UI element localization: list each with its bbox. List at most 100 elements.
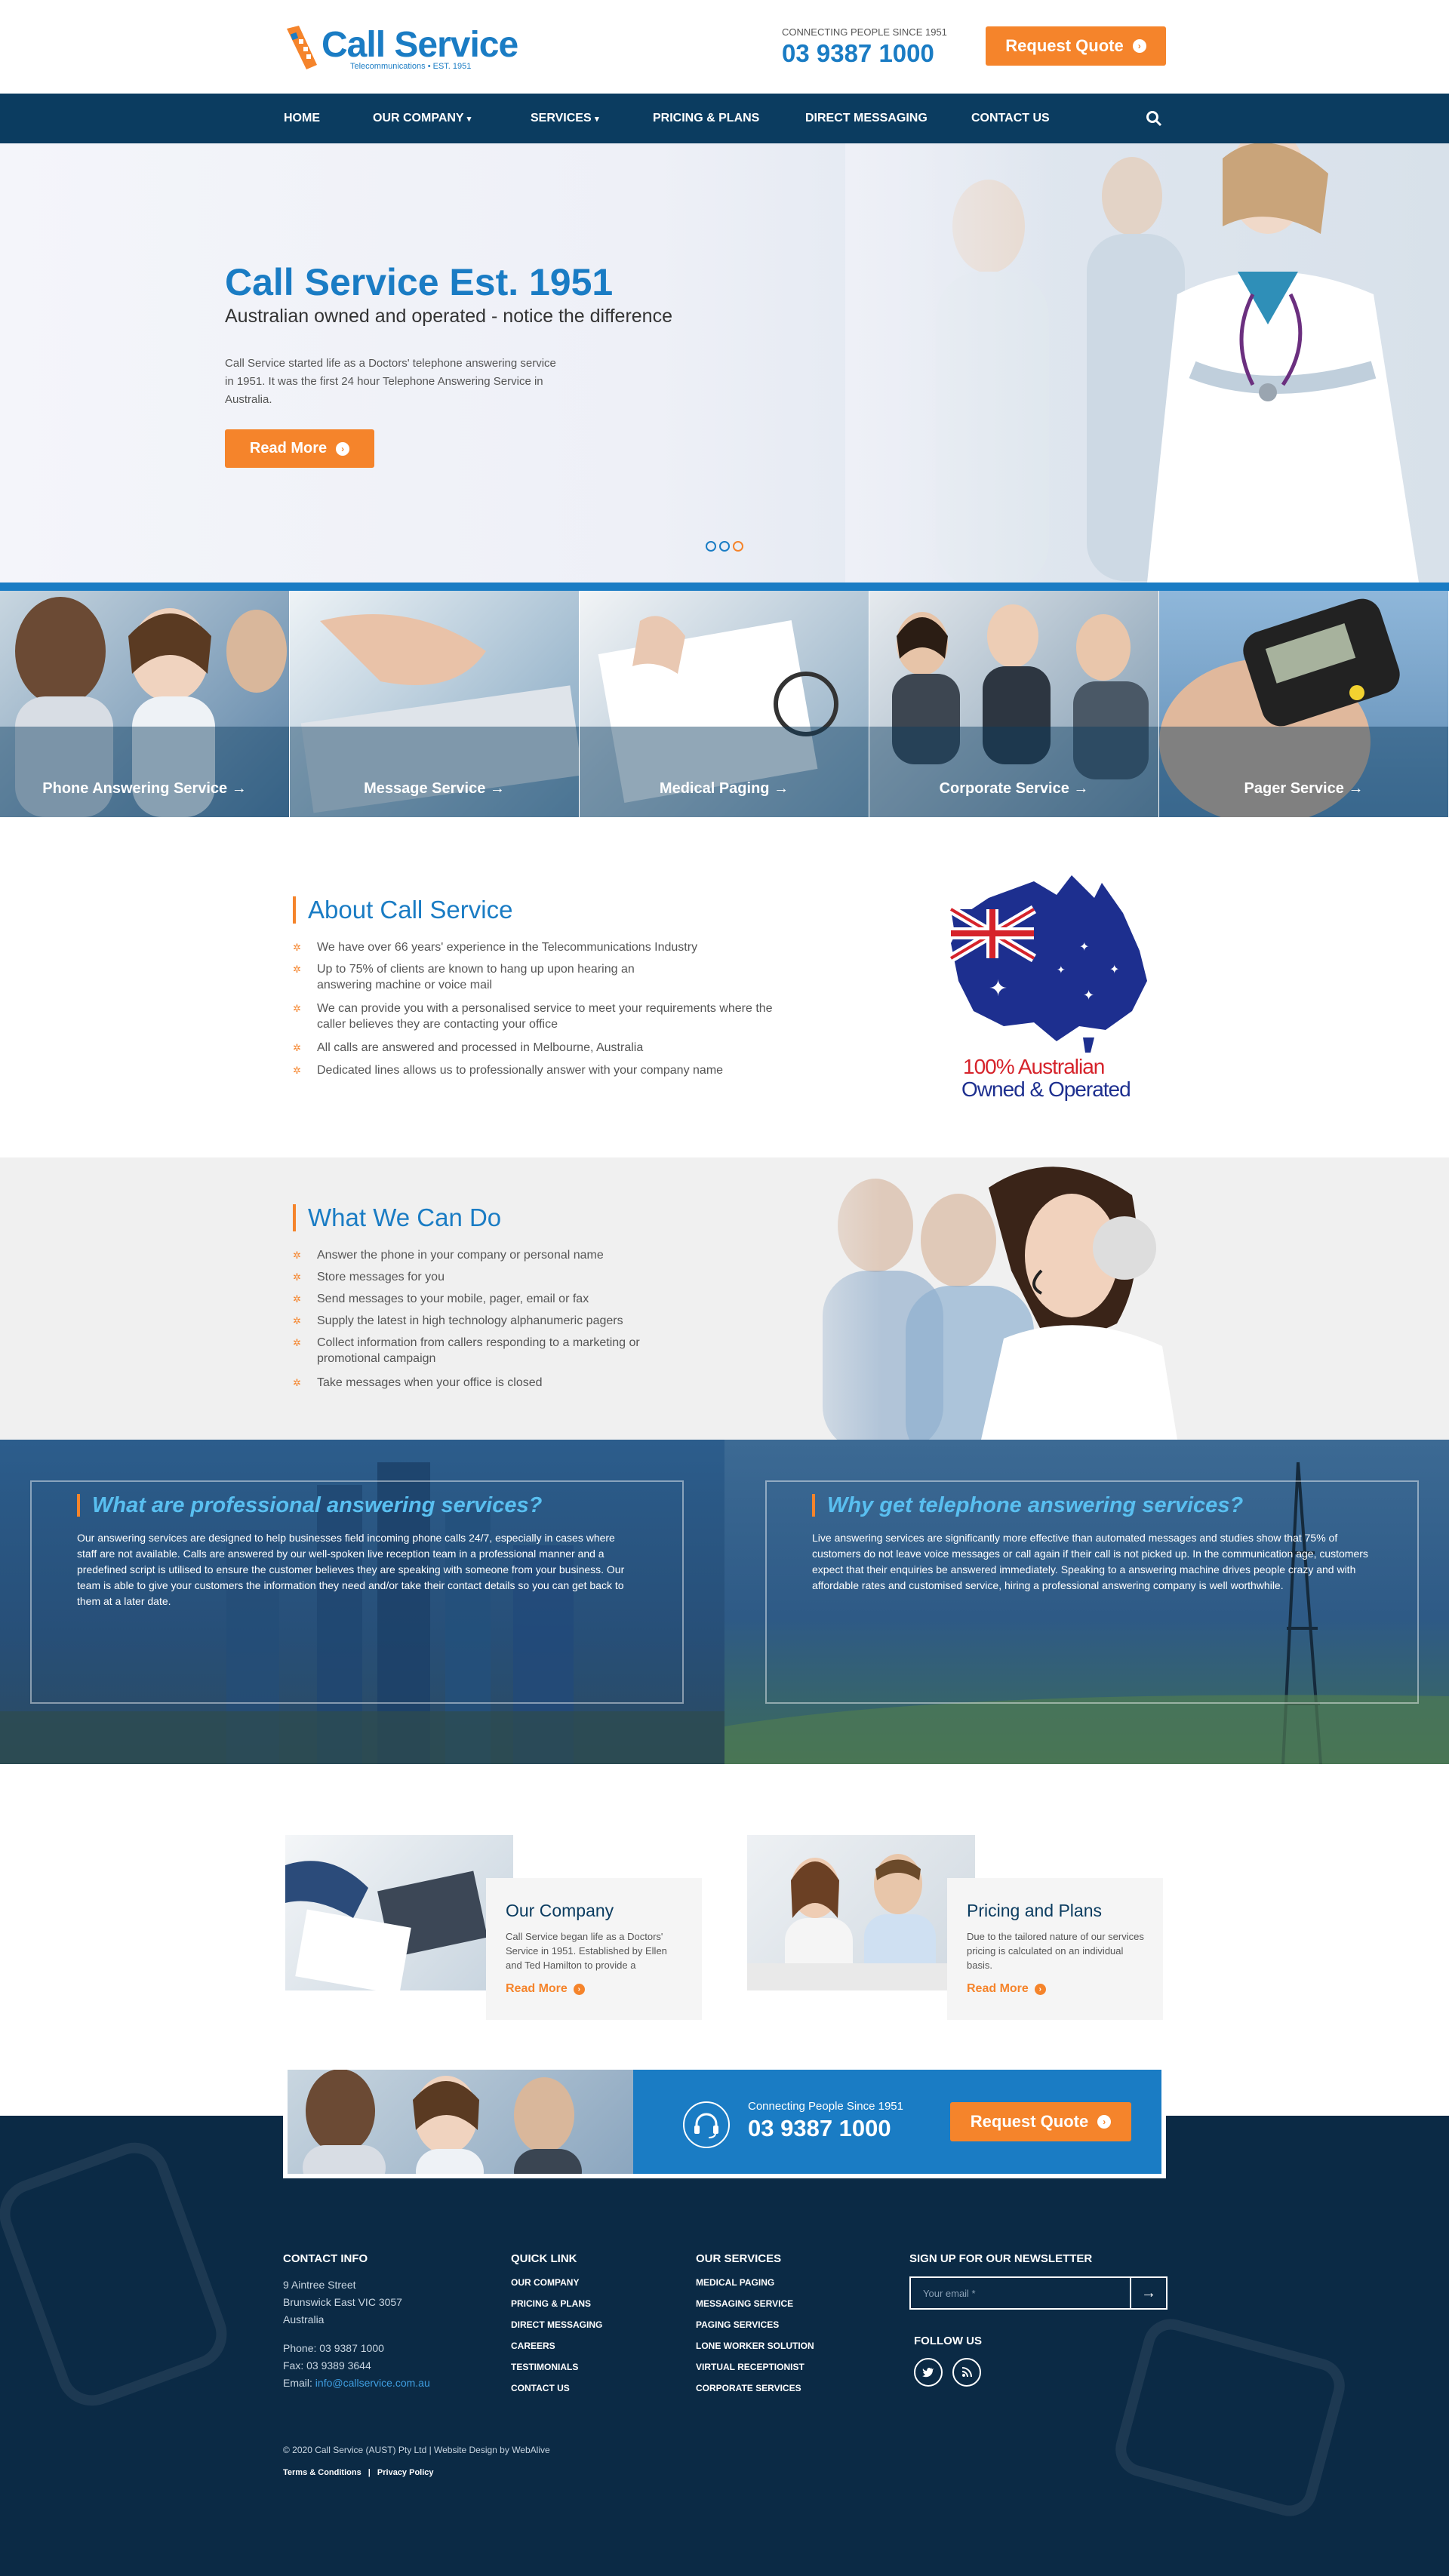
legal-links: Terms & Conditions | Privacy Policy [283,2468,434,2477]
slider-dot-active[interactable] [733,541,743,552]
cta-request-quote-button[interactable]: Request Quote › [950,2102,1131,2141]
hero-doctors-image [845,143,1449,583]
hero-read-more-button[interactable]: Read More › [225,429,374,468]
services-strip: Phone Answering Service → Message Servic… [0,591,1449,817]
badge-line2: Owned & Operated [961,1077,1131,1101]
twitter-icon[interactable] [914,2358,943,2387]
footer-phone[interactable]: Phone: 03 9387 1000 [283,2340,384,2357]
card-read-more-link[interactable]: Read More › [506,1982,585,1996]
service-tile-message[interactable]: Message Service → [290,591,579,817]
service-tile-phone-answering[interactable]: Phone Answering Service → [0,591,289,817]
follow-us-heading: FOLLOW US [914,2335,982,2347]
request-quote-label: Request Quote [1005,36,1124,55]
quick-link[interactable]: PRICING & PLANS [511,2298,591,2309]
quick-link[interactable]: CAREERS [511,2341,555,2351]
search-icon[interactable] [1146,110,1162,127]
about-title: About Call Service [293,896,512,924]
arrow-right-circle-icon: › [1132,39,1146,53]
service-link[interactable]: MESSAGING SERVICE [696,2298,793,2309]
svg-text:✦: ✦ [1079,939,1089,954]
about-bullet: ✲ We can provide you with a personalised … [293,1002,773,1031]
cta-phone[interactable]: 03 9387 1000 [748,2115,891,2142]
contact-info-heading: CONTACT INFO [283,2252,368,2265]
quick-link[interactable]: DIRECT MESSAGING [511,2319,602,2330]
card-title: Our Company [506,1901,614,1920]
rss-icon[interactable] [952,2358,981,2387]
nav-item-direct-messaging[interactable]: DIRECT MESSAGING [805,94,928,143]
hero-body: Call Service started life as a Doctors' … [225,357,556,406]
newsletter-submit-button[interactable]: → [1130,2278,1166,2308]
svg-text:✦: ✦ [1083,988,1094,1004]
cta-since: Connecting People Since 1951 [748,2100,903,2113]
nav-item-services[interactable]: SERVICES ▾ [531,94,599,143]
card-read-more-link[interactable]: Read More › [967,1982,1046,1996]
footer-email-row: Email: info@callservice.com.au [283,2377,430,2389]
star-bullet-icon: ✲ [293,1271,301,1283]
our-company-image[interactable] [285,1835,513,1990]
service-tile-label: Pager Service → [1244,780,1364,797]
star-bullet-icon: ✲ [293,1250,301,1261]
logo-tagline: Telecommunications • EST. 1951 [350,62,472,71]
quick-link[interactable]: CONTACT US [511,2383,570,2393]
pricing-image[interactable] [747,1835,975,1990]
slider-dot[interactable] [719,541,730,552]
call-center-agents-image [755,1157,1177,1440]
info-title: What are professional answering services… [77,1494,542,1517]
star-bullet-icon: ✲ [293,1377,301,1388]
info-body: Our answering services are designed to h… [77,1532,625,1607]
phone-logo-icon [287,26,317,69]
quick-link[interactable]: OUR COMPANY [511,2277,579,2288]
header-phone[interactable]: 03 9387 1000 [782,39,934,68]
hero-subtitle: Australian owned and operated - notice t… [225,306,672,327]
footer-email-link[interactable]: info@callservice.com.au [315,2377,430,2389]
hero-banner: Call Service Est. 1951 Australian owned … [0,143,1449,583]
terms-link[interactable]: Terms & Conditions [283,2468,361,2477]
request-quote-button[interactable]: Request Quote › [986,26,1166,66]
slider-dot[interactable] [706,541,716,552]
service-link[interactable]: CORPORATE SERVICES [696,2383,801,2393]
laptop-papers-image [285,1861,488,1990]
our-company-card: Our Company Call Service began life as a… [486,1878,702,2020]
newsletter-email-input[interactable] [911,2278,1130,2308]
arrow-right-icon: → [231,780,247,797]
service-link[interactable]: LONE WORKER SOLUTION [696,2341,814,2351]
logo[interactable]: Call Service Telecommunications • EST. 1… [284,23,525,72]
about-bullet: ✲ Dedicated lines allows us to profession… [293,1064,724,1077]
service-tile-medical-paging[interactable]: Medical Paging → [580,591,869,817]
nav-item-home[interactable]: HOME [284,94,320,143]
svg-text:✦: ✦ [1109,962,1119,976]
info-body: Live answering services are significantl… [812,1532,1368,1591]
divider-bar [0,583,1449,591]
service-tile-pager[interactable]: Pager Service → [1159,591,1448,817]
whatwecan-bullet: ✲ Take messages when your office is close… [293,1376,543,1389]
australia-flag-map-icon: ✦ ✦ ✦ ✦ ✦ [948,875,1147,1053]
nav-label: SERVICES [531,112,592,124]
headset-icon [683,2101,730,2148]
service-link[interactable]: MEDICAL PAGING [696,2277,774,2288]
nav-item-pricing[interactable]: PRICING & PLANS [653,94,759,143]
service-link[interactable]: PAGING SERVICES [696,2319,779,2330]
newsletter-form: → [909,2276,1168,2310]
service-tile-label: Message Service → [364,780,505,797]
our-services-heading: OUR SERVICES [696,2252,782,2265]
about-bullet: ✲ All calls are answered and processed in… [293,1041,644,1054]
slider-dots [706,541,743,552]
whatwecan-bullet: ✲ Collect information from callers respon… [293,1336,640,1365]
handshake-image [747,1854,975,1990]
quick-link-heading: QUICK LINK [511,2252,577,2265]
legal-separator: | [368,2468,371,2477]
chevron-down-icon: ▾ [466,115,472,124]
service-link[interactable]: VIRTUAL RECEPTIONIST [696,2362,804,2372]
nav-item-our-company[interactable]: OUR COMPANY ▾ [373,94,471,143]
service-tile-label: Corporate Service → [939,780,1089,797]
nav-item-contact[interactable]: CONTACT US [971,94,1050,143]
quick-link[interactable]: TESTIMONIALS [511,2362,578,2372]
card-title: Pricing and Plans [967,1901,1102,1920]
arrow-right-icon: → [1348,780,1364,797]
privacy-link[interactable]: Privacy Policy [377,2468,434,2477]
service-tile-label: Phone Answering Service → [42,780,247,797]
address-line: 9 Aintree Street [283,2279,356,2291]
newsletter-heading: SIGN UP FOR OUR NEWSLETTER [909,2252,1093,2265]
whatwecan-bullet: ✲ Answer the phone in your company or per… [293,1249,604,1262]
service-tile-corporate[interactable]: Corporate Service → [869,591,1158,817]
